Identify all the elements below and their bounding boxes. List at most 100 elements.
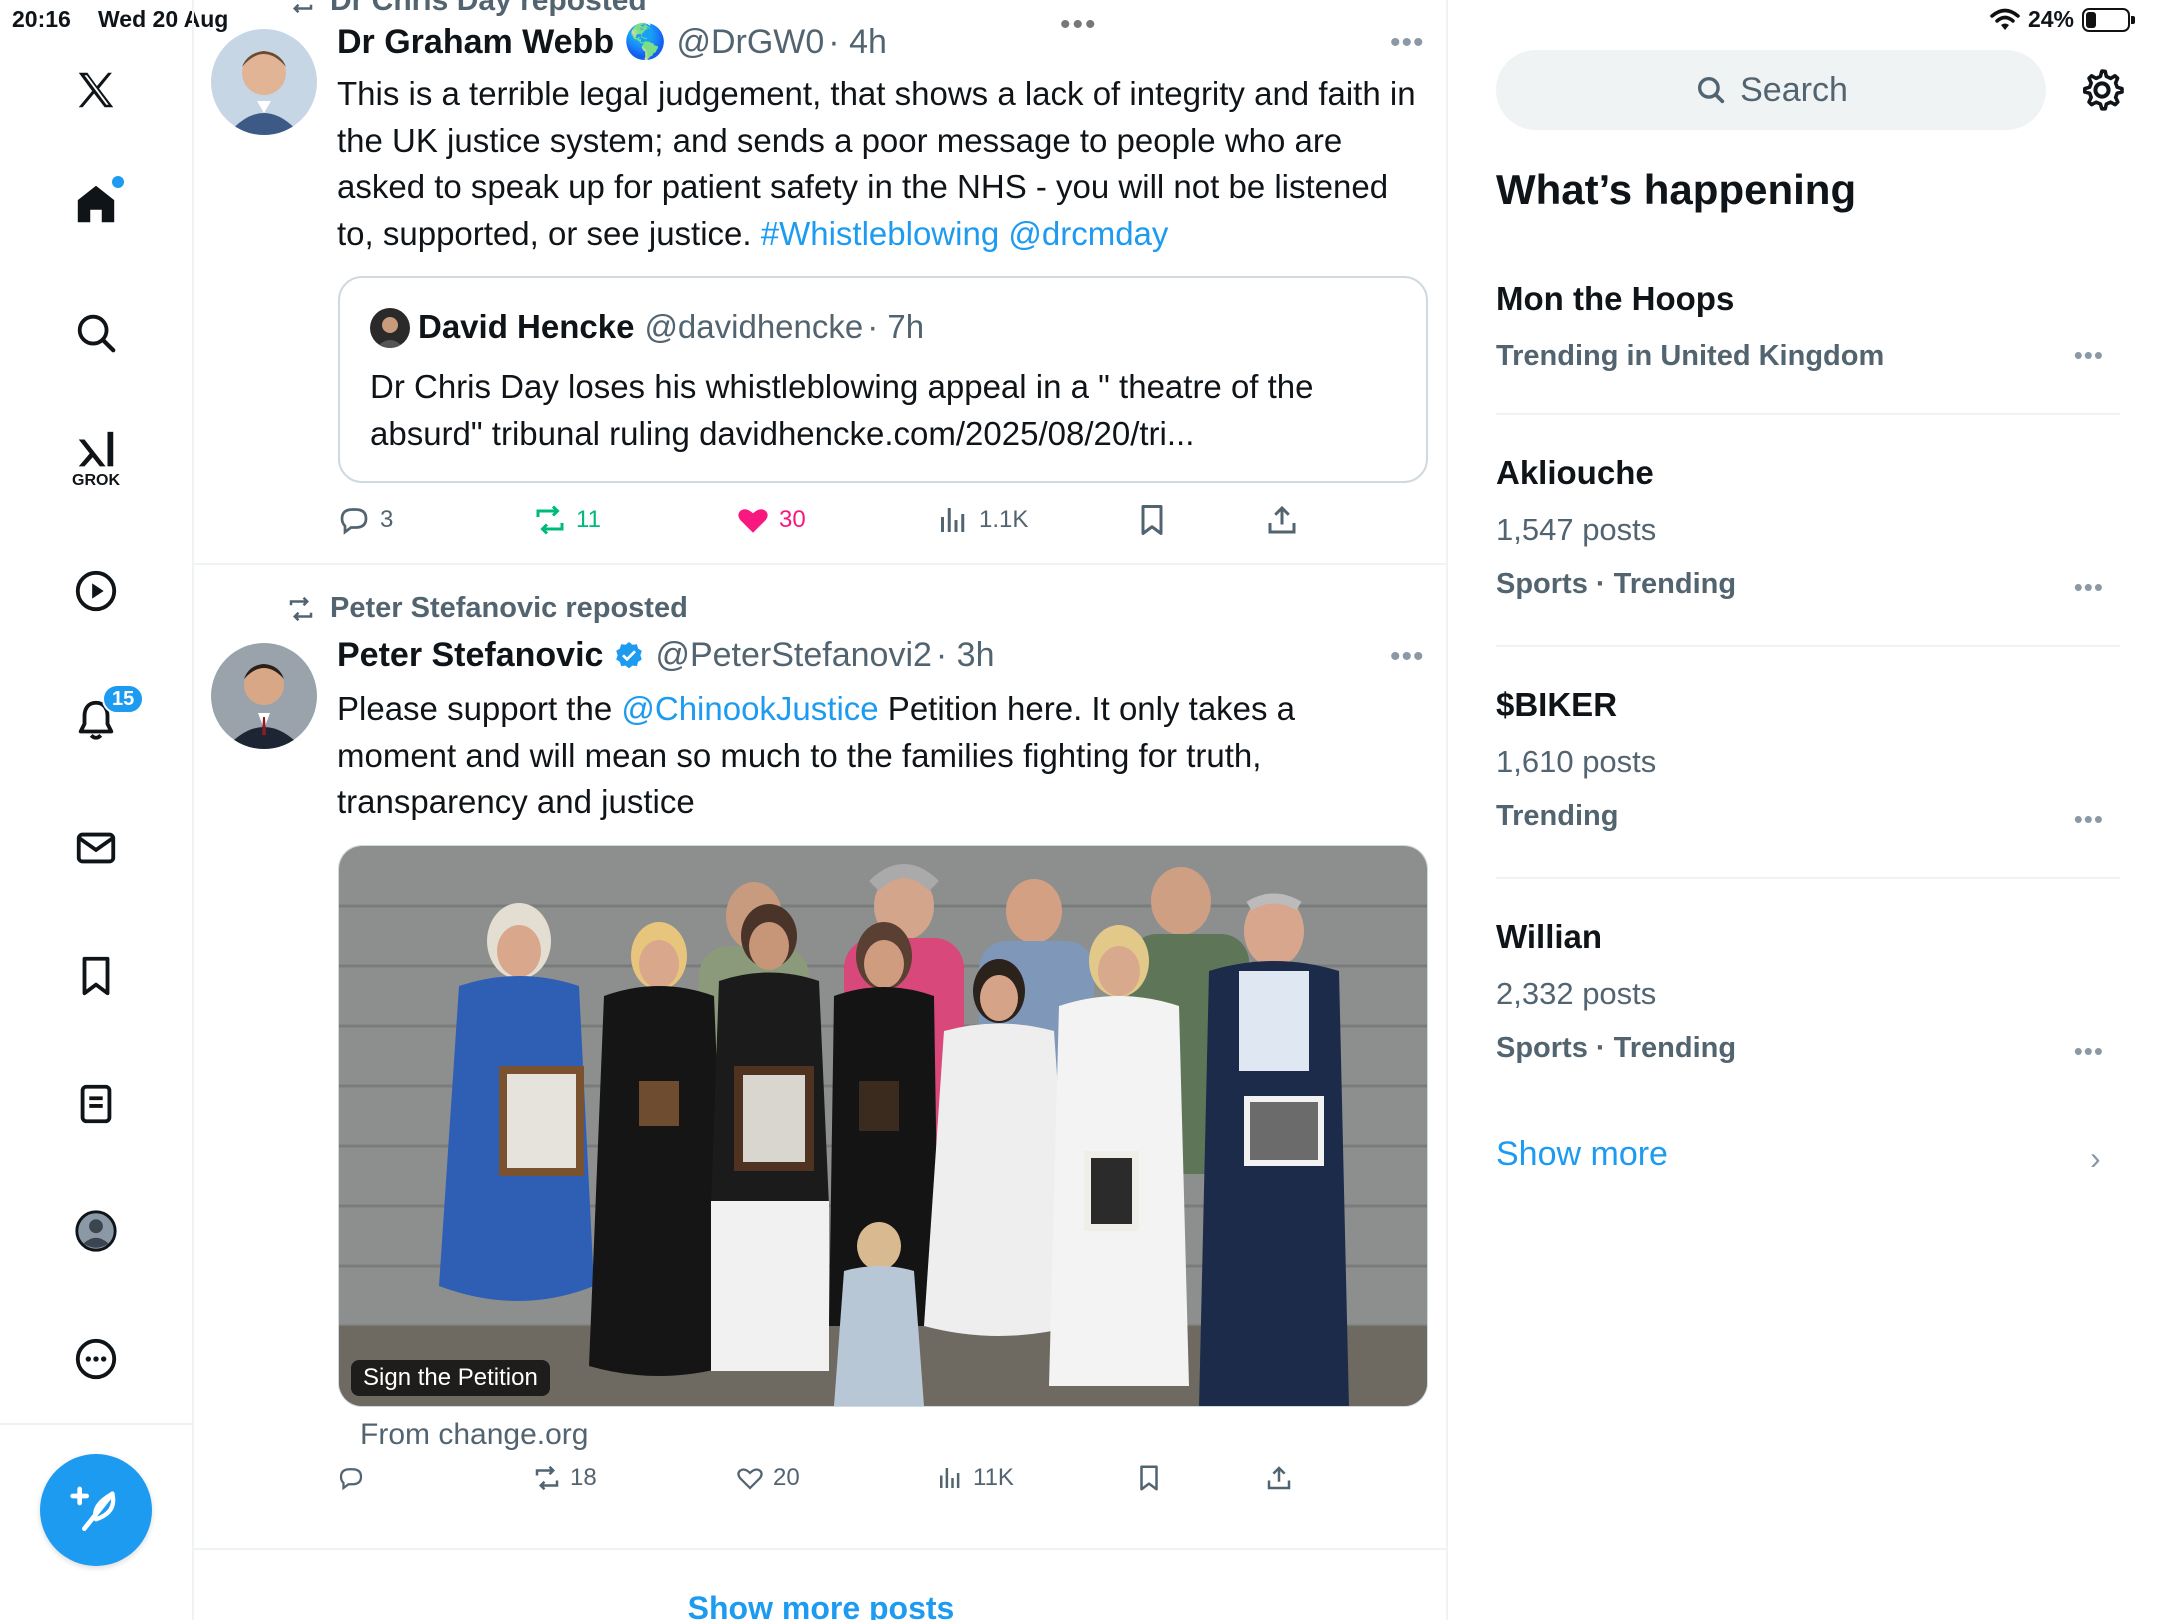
share-button[interactable] xyxy=(1264,502,1300,538)
tweet-text: Please support the @ChinookJustice Petit… xyxy=(337,686,1367,826)
nav-notifications[interactable]: 15 xyxy=(60,684,145,756)
tweet-time[interactable]: · 4h xyxy=(828,23,887,62)
home-unread-dot xyxy=(112,176,124,188)
search-icon xyxy=(77,314,116,353)
tweet-actions: 18 20 11K xyxy=(336,1463,1316,1507)
trend-more-icon[interactable]: ••• xyxy=(2074,1036,2104,1067)
left-nav: GROK 15 xyxy=(0,0,194,1620)
mention-link[interactable]: @ChinookJustice xyxy=(621,690,878,727)
trend-posts: 1,610 posts xyxy=(1496,744,1657,779)
trend-meta: Sports · Trending xyxy=(1496,1032,1737,1064)
quote-author-handle: @davidhencke xyxy=(644,308,864,345)
show-more-link[interactable]: Show more xyxy=(1496,1135,1668,1174)
trend-more-icon[interactable]: ••• xyxy=(2074,340,2104,371)
trend-item[interactable]: Akliouche 1,547 posts Sports · Trending … xyxy=(1496,454,2120,603)
trend-divider xyxy=(1496,877,2120,879)
trend-name: Willian xyxy=(1496,918,1603,955)
bookmark-button[interactable] xyxy=(1134,1463,1164,1493)
views-count: 11K xyxy=(973,1464,1014,1491)
trend-more-icon[interactable]: ••• xyxy=(2074,572,2104,603)
like-count: 30 xyxy=(779,506,806,533)
bookmark-icon xyxy=(82,956,110,996)
bookmark-icon xyxy=(1140,1465,1158,1491)
list-icon xyxy=(80,1084,112,1124)
trend-posts: 2,332 posts xyxy=(1496,976,1657,1011)
x-logo-icon[interactable] xyxy=(60,54,132,126)
nav-bookmarks[interactable] xyxy=(60,940,132,1012)
envelope-icon xyxy=(76,832,116,864)
bookmark-button[interactable] xyxy=(1134,502,1170,538)
grok-label: GROK xyxy=(72,472,120,489)
nav-video[interactable] xyxy=(60,555,132,627)
compose-button[interactable] xyxy=(40,1454,152,1566)
repost-button[interactable]: 18 xyxy=(532,1463,597,1493)
views-button[interactable]: 1.1K xyxy=(935,502,1028,538)
tweet-time[interactable]: · 3h xyxy=(936,636,995,675)
author-handle[interactable]: @DrGW0 xyxy=(676,23,824,62)
repost-icon xyxy=(289,596,313,621)
reply-button[interactable] xyxy=(336,1463,374,1493)
repost-indicator: Dr Chris Day reposted xyxy=(286,0,647,18)
nav-profile[interactable] xyxy=(60,1195,132,1267)
battery-icon xyxy=(2082,7,2135,32)
trend-item[interactable]: Willian 2,332 posts Sports · Trending ••… xyxy=(1496,918,2120,1067)
verified-badge-icon xyxy=(616,641,643,668)
avatar[interactable] xyxy=(211,29,317,135)
tweet-more-icon[interactable]: ••• xyxy=(1390,26,1425,60)
hashtag-link[interactable]: #Whistleblowing xyxy=(761,215,999,252)
compose-feather-icon xyxy=(70,1486,116,1531)
trend-more-icon[interactable]: ••• xyxy=(2074,804,2104,835)
repost-count: 11 xyxy=(576,506,601,533)
nav-more[interactable] xyxy=(60,1323,132,1395)
tweet-divider xyxy=(194,1548,1446,1550)
trend-item[interactable]: Mon the Hoops Trending in United Kingdom… xyxy=(1496,280,2120,373)
avatar[interactable] xyxy=(211,643,317,749)
like-count: 20 xyxy=(773,1464,800,1491)
globe-emoji: 🌎 xyxy=(624,23,667,61)
quote-avatar xyxy=(370,308,410,348)
search-icon xyxy=(1698,76,1725,104)
battery-percent: 24% xyxy=(2027,6,2074,32)
nav-lists[interactable] xyxy=(60,1068,132,1140)
heart-filled-icon xyxy=(738,509,768,533)
quoted-tweet[interactable]: David Hencke @davidhencke · 7h Dr Chris … xyxy=(338,276,1428,483)
trend-meta: Trending xyxy=(1496,800,1619,832)
wifi-icon xyxy=(1990,8,2020,30)
repost-button[interactable]: 11 xyxy=(532,502,601,538)
quote-text: Dr Chris Day loses his whistleblowing ap… xyxy=(370,368,1314,452)
trend-posts: 1,547 posts xyxy=(1496,512,1657,547)
grok-icon xyxy=(78,431,114,467)
repost-count: 18 xyxy=(570,1464,597,1491)
share-button[interactable] xyxy=(1264,1463,1294,1493)
like-button[interactable]: 20 xyxy=(735,1463,800,1493)
views-chart-icon xyxy=(941,508,965,532)
home-icon xyxy=(77,185,115,223)
trend-item[interactable]: $BIKER 1,610 posts Trending ••• xyxy=(1496,686,2120,835)
nav-home[interactable] xyxy=(60,168,132,240)
nav-explore[interactable] xyxy=(60,297,132,369)
mention-link[interactable]: @drcmday xyxy=(1008,215,1168,252)
views-button[interactable]: 11K xyxy=(935,1463,1014,1493)
trend-divider xyxy=(1496,645,2120,647)
reply-button[interactable]: 3 xyxy=(336,502,393,538)
show-more-posts-button[interactable]: Show more posts xyxy=(194,1590,1446,1620)
author-handle[interactable]: @PeterStefanovi2 xyxy=(655,636,931,675)
tweet-more-icon[interactable]: ••• xyxy=(1390,640,1425,674)
like-button[interactable]: 30 xyxy=(735,502,806,538)
views-chart-icon xyxy=(940,1468,960,1488)
trend-divider xyxy=(1496,413,2120,415)
author-name[interactable]: Dr Graham Webb xyxy=(337,23,614,62)
card-source[interactable]: From change.org xyxy=(360,1418,588,1452)
heart-icon xyxy=(737,1468,763,1490)
search-input[interactable]: Search xyxy=(1496,50,2046,130)
share-icon xyxy=(1267,1466,1291,1490)
views-count: 1.1K xyxy=(979,506,1029,533)
nav-grok[interactable]: GROK xyxy=(60,422,132,494)
petition-card-image[interactable]: Sign the Petition xyxy=(338,845,1428,1407)
chevron-right-icon: › xyxy=(2090,1140,2101,1176)
author-name[interactable]: Peter Stefanovic xyxy=(337,636,603,675)
more-circle-icon xyxy=(75,1338,117,1380)
nav-messages[interactable] xyxy=(60,812,132,884)
timeline: Dr Chris Day reposted Dr Graham Webb 🌎 @… xyxy=(194,0,1448,1620)
settings-gear-icon[interactable] xyxy=(2078,66,2126,114)
